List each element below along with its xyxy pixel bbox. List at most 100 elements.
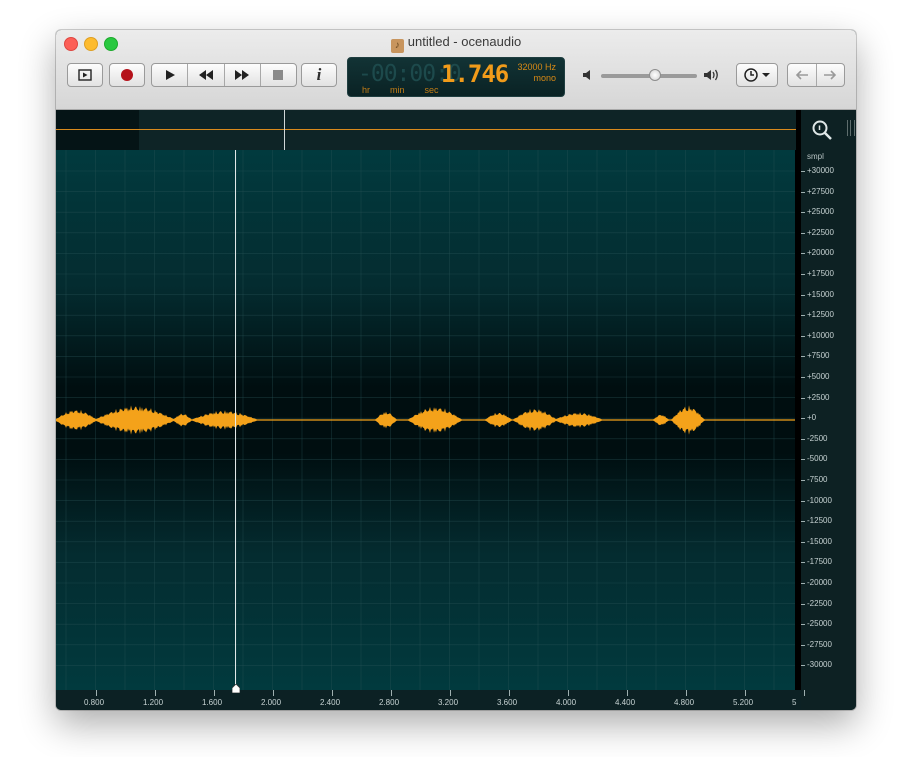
play-selection-icon bbox=[78, 69, 92, 81]
time-display[interactable]: -00:00:0 1.746 32000 Hz mono hr min sec bbox=[347, 57, 565, 97]
info-icon: i bbox=[316, 65, 322, 84]
waveform bbox=[56, 405, 796, 435]
playhead-handle-icon[interactable] bbox=[231, 684, 240, 693]
time-display-value: 1.746 bbox=[441, 60, 509, 88]
vertical-axis-tick-label: -27500 bbox=[807, 639, 832, 649]
vertical-axis-tick: +12500 bbox=[801, 310, 856, 320]
overview-playhead[interactable] bbox=[284, 110, 285, 150]
vertical-axis-tick: -30000 bbox=[801, 660, 856, 670]
vertical-axis-tick-label: +0 bbox=[807, 413, 817, 423]
vertical-axis-tick: +5000 bbox=[801, 372, 856, 382]
play-icon bbox=[165, 70, 175, 80]
history-menu-button[interactable] bbox=[736, 63, 778, 87]
vertical-axis-tick-label: -15000 bbox=[807, 536, 832, 546]
vertical-axis-tick: -10000 bbox=[801, 496, 856, 506]
vertical-axis-tick-label: -30000 bbox=[807, 660, 832, 670]
vertical-axis-tick-label: +22500 bbox=[807, 227, 834, 237]
time-axis-tick-label: 2.000 bbox=[261, 698, 282, 707]
overview-waveform bbox=[56, 129, 796, 130]
vertical-axis-tick: +0 bbox=[801, 413, 856, 423]
vertical-axis-tick-label: +20000 bbox=[807, 248, 834, 258]
time-axis-tick-label: 2.400 bbox=[320, 698, 341, 707]
vertical-axis-tick-label: -12500 bbox=[807, 516, 832, 526]
stop-button[interactable] bbox=[261, 64, 296, 86]
vertical-axis-tick: +30000 bbox=[801, 166, 856, 176]
vertical-axis-tick-label: +2500 bbox=[807, 392, 830, 402]
fast-forward-button[interactable] bbox=[225, 64, 261, 86]
window-title: untitled - ocenaudio bbox=[407, 34, 522, 49]
vertical-axis-tick-label: +15000 bbox=[807, 289, 834, 299]
unit-minutes: min bbox=[390, 85, 405, 95]
unit-seconds: sec bbox=[424, 85, 439, 95]
vertical-axis-tick-label: +5000 bbox=[807, 372, 830, 381]
vertical-axis-tick-label: -7500 bbox=[807, 475, 828, 484]
zoom-icon[interactable] bbox=[811, 119, 833, 141]
vertical-axis-tick-label: +10000 bbox=[807, 330, 834, 340]
rewind-button[interactable] bbox=[188, 64, 225, 86]
time-axis[interactable]: 0.800 1.200 1.600 2.000 2.400 2.800 3.200 3.600… bbox=[56, 690, 805, 710]
time-axis-tick-label: 5 bbox=[792, 698, 797, 707]
clock-icon bbox=[743, 68, 758, 82]
vertical-axis-tick: -20000 bbox=[801, 578, 856, 588]
vertical-axis-tick: -22500 bbox=[801, 599, 856, 609]
fast-forward-icon bbox=[235, 70, 250, 80]
volume-slider-thumb[interactable] bbox=[648, 69, 661, 81]
vertical-axis-tick-label: -2500 bbox=[807, 433, 828, 443]
vertical-axis-tick: +27500 bbox=[801, 187, 856, 197]
vertical-axis-tick: +2500 bbox=[801, 393, 856, 403]
vertical-axis-tick-label: +30000 bbox=[807, 166, 834, 175]
record-button[interactable] bbox=[109, 63, 145, 87]
vertical-axis-tick: -7500 bbox=[801, 475, 856, 485]
record-icon bbox=[121, 69, 133, 81]
time-axis-tick-label: 2.800 bbox=[379, 698, 400, 707]
vertical-axis-tick: -27500 bbox=[801, 640, 856, 650]
arrow-right-icon bbox=[824, 70, 837, 80]
transport-controls bbox=[151, 63, 297, 87]
vertical-axis-tick: +20000 bbox=[801, 248, 856, 258]
waveform-canvas bbox=[56, 150, 796, 690]
overview-strip[interactable] bbox=[56, 110, 801, 150]
chevron-down-icon bbox=[761, 73, 770, 77]
waveform-view[interactable] bbox=[56, 150, 801, 690]
vertical-axis-tick: +15000 bbox=[801, 290, 856, 300]
volume-high-icon bbox=[703, 68, 721, 85]
vertical-axis-tick: +7500 bbox=[801, 351, 856, 361]
play-button[interactable] bbox=[152, 64, 189, 86]
forward-button[interactable] bbox=[817, 64, 845, 86]
vertical-axis-tick-label: +12500 bbox=[807, 310, 834, 320]
stop-icon bbox=[273, 70, 284, 80]
time-axis-tick-label: 4.400 bbox=[615, 698, 636, 707]
vertical-axis-tick-label: -22500 bbox=[807, 598, 832, 608]
vertical-axis-tick: +22500 bbox=[801, 228, 856, 238]
vertical-axis-tick: +25000 bbox=[801, 207, 856, 217]
panel-resize-grip[interactable] bbox=[847, 120, 855, 136]
volume-low-icon bbox=[582, 68, 596, 85]
navigation-buttons bbox=[787, 63, 845, 87]
play-selection-button[interactable] bbox=[67, 63, 103, 87]
info-button[interactable]: i bbox=[301, 63, 337, 87]
vertical-axis: +30000 +27500 +25000 +22500 +20000 +17500 +150… bbox=[801, 150, 856, 690]
app-window: ♪ untitled - ocenaudio i -00:00:0 1.746 3… bbox=[56, 30, 856, 710]
vertical-axis-tick-label: +25000 bbox=[807, 207, 834, 217]
back-button[interactable] bbox=[788, 64, 817, 86]
music-note-icon: ♪ bbox=[390, 39, 404, 53]
window-title-area: ♪ untitled - ocenaudio bbox=[56, 34, 856, 53]
time-units: hr min sec bbox=[362, 85, 459, 95]
time-axis-tick-label: 3.600 bbox=[497, 698, 518, 707]
time-axis-tick-label: 1.200 bbox=[143, 698, 164, 707]
vertical-axis-tick: +17500 bbox=[801, 269, 856, 279]
vertical-axis-tick-label: -20000 bbox=[807, 578, 832, 587]
vertical-axis-tick-label: +17500 bbox=[807, 269, 834, 278]
vertical-axis-tick: -15000 bbox=[801, 537, 856, 547]
time-axis-tick-label: 4.000 bbox=[556, 698, 577, 707]
vertical-axis-tick-label: -17500 bbox=[807, 557, 832, 567]
vertical-axis-tick-label: -10000 bbox=[807, 495, 832, 505]
sample-rate: 32000 Hz bbox=[517, 62, 556, 72]
time-axis-tick-label: 1.600 bbox=[202, 698, 223, 707]
time-axis-tick-label: 0.800 bbox=[84, 698, 105, 707]
time-axis-tick-label: 4.800 bbox=[674, 698, 695, 707]
channel-mode: mono bbox=[533, 73, 556, 83]
vertical-axis-tick-label: -5000 bbox=[807, 454, 828, 464]
unit-hours: hr bbox=[362, 85, 371, 95]
vertical-axis-tick: -2500 bbox=[801, 434, 856, 444]
